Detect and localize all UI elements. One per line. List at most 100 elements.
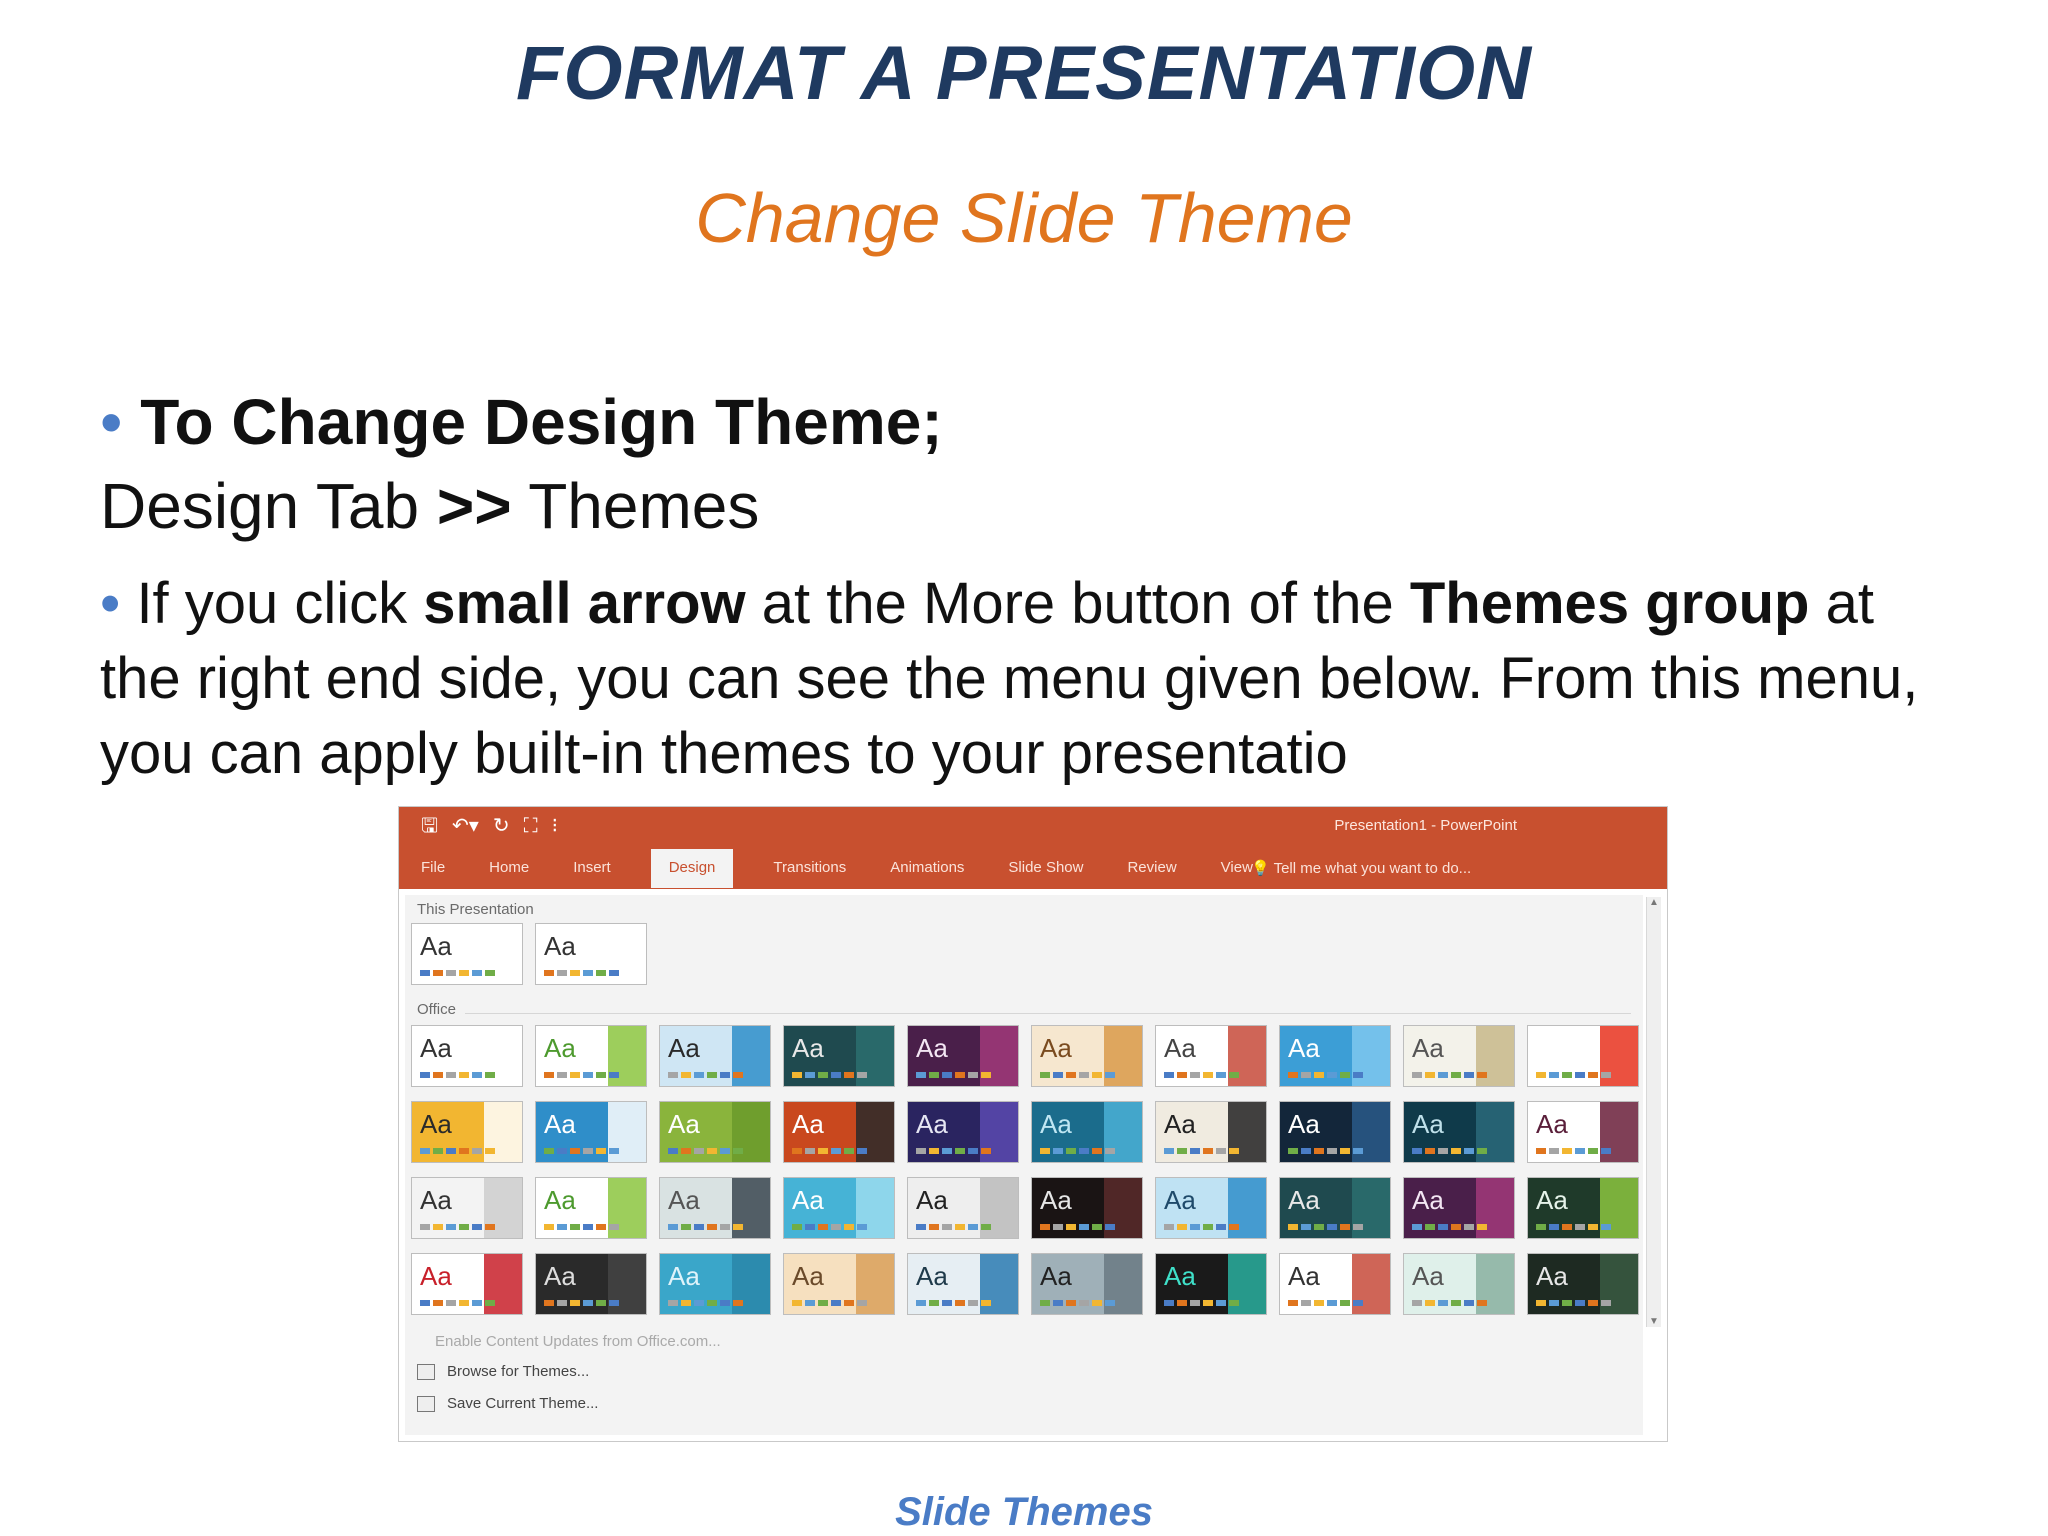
theme-thumbnail[interactable]: Aa [411,923,523,985]
theme-thumbnail[interactable]: Aa [907,1025,1019,1087]
theme-thumbnail[interactable]: Aa [535,1101,647,1163]
theme-thumbnail[interactable]: Aa [659,1177,771,1239]
theme-color-swatch [557,1300,567,1306]
theme-color-swatch [1601,1072,1611,1078]
theme-thumbnail[interactable]: Aa [1403,1025,1515,1087]
tab-file[interactable]: File [417,859,449,888]
theme-thumbnail[interactable]: Aa [1155,1025,1267,1087]
theme-color-swatch [1216,1072,1226,1078]
theme-thumbnail[interactable]: Aa [1527,1101,1639,1163]
window-title: Presentation1 - PowerPoint [1334,817,1517,834]
tab-slide-show[interactable]: Slide Show [1004,859,1087,888]
theme-color-swatch [1451,1148,1461,1154]
bullet-text-1: If you click [136,571,424,636]
theme-thumbnail[interactable]: Aa [411,1253,523,1315]
theme-color-swatch [1588,1300,1598,1306]
theme-sample-text: Aa [916,1109,948,1139]
theme-thumbnail[interactable]: Aa [907,1177,1019,1239]
tab-animations[interactable]: Animations [886,859,968,888]
theme-thumbnail[interactable]: Aa [783,1177,895,1239]
theme-thumbnail[interactable]: Aa [659,1253,771,1315]
theme-thumbnail[interactable]: Aa [1155,1101,1267,1163]
theme-color-strip [544,1072,619,1078]
scroll-down-icon[interactable]: ▼ [1649,1316,1659,1327]
save-icon[interactable]: 🖫 [421,815,438,837]
tab-insert[interactable]: Insert [569,859,615,888]
theme-thumbnail[interactable]: Aa [1155,1253,1267,1315]
theme-thumbnail[interactable]: Aa [535,1177,647,1239]
theme-color-swatch [981,1148,991,1154]
theme-color-strip [420,1148,495,1154]
theme-thumbnail[interactable]: Aa [1279,1101,1391,1163]
start-from-beginning-icon[interactable]: ⛶ [524,815,538,837]
theme-thumbnail[interactable]: Aa [1403,1101,1515,1163]
tab-transitions[interactable]: Transitions [769,859,850,888]
tell-me-box[interactable]: 💡 Tell me what you want to do... [1251,859,1471,877]
menu-save-theme[interactable]: Save Current Theme... [417,1395,598,1413]
theme-color-swatch [681,1072,691,1078]
theme-color-swatch [609,1072,619,1078]
theme-thumbnail[interactable]: Aa [411,1101,523,1163]
theme-sample-text: Aa [544,1185,576,1215]
theme-color-swatch [981,1224,991,1230]
theme-thumbnail[interactable]: Aa [411,1025,523,1087]
theme-thumbnail[interactable]: Aa [1527,1177,1639,1239]
theme-color-swatch [1040,1148,1050,1154]
theme-thumbnail[interactable]: Aa [907,1253,1019,1315]
theme-color-strip [1288,1072,1363,1078]
theme-thumbnail[interactable]: Aa [535,1253,647,1315]
theme-color-swatch [446,1300,456,1306]
customize-qat-icon[interactable]: ⁝ [552,815,558,837]
theme-color-swatch [472,1072,482,1078]
scroll-up-icon[interactable]: ▲ [1649,897,1659,908]
theme-color-swatch [1477,1148,1487,1154]
theme-thumbnail[interactable]: Aa [535,1025,647,1087]
theme-color-strip [1288,1224,1363,1230]
theme-thumbnail[interactable]: Aa [1031,1101,1143,1163]
theme-thumbnail[interactable]: Aa [659,1101,771,1163]
theme-color-swatch [792,1300,802,1306]
theme-sample-text: Aa [1288,1109,1320,1139]
theme-thumbnail[interactable]: Aa [783,1025,895,1087]
theme-thumbnail[interactable]: Aa [1403,1177,1515,1239]
theme-sample-text: Aa [420,1261,452,1291]
tab-home[interactable]: Home [485,859,533,888]
theme-thumbnail[interactable]: Aa [1403,1253,1515,1315]
theme-color-swatch [707,1224,717,1230]
menu-browse-themes[interactable]: Browse for Themes... [417,1363,589,1381]
theme-thumbnail[interactable]: Aa [1031,1177,1143,1239]
theme-color-swatch [929,1072,939,1078]
tab-design[interactable]: Design [650,849,734,888]
theme-color-swatch [1353,1300,1363,1306]
theme-thumbnail[interactable]: Aa [1527,1025,1639,1087]
theme-thumbnail[interactable]: Aa [1279,1253,1391,1315]
theme-thumbnail[interactable]: Aa [1527,1253,1639,1315]
theme-thumbnail[interactable]: Aa [1279,1025,1391,1087]
theme-color-strip [1412,1072,1487,1078]
theme-thumbnail[interactable]: Aa [411,1177,523,1239]
theme-color-swatch [707,1300,717,1306]
theme-thumbnail[interactable]: Aa [1279,1177,1391,1239]
theme-thumbnail[interactable]: Aa [1031,1025,1143,1087]
theme-thumbnail[interactable]: Aa [783,1101,895,1163]
theme-sample-text: Aa [1412,1109,1444,1139]
theme-thumbnail[interactable]: Aa [783,1253,895,1315]
theme-color-swatch [1288,1224,1298,1230]
theme-color-strip [544,970,619,976]
theme-thumbnail[interactable]: Aa [535,923,647,985]
theme-color-strip [1288,1300,1363,1306]
theme-color-swatch [916,1148,926,1154]
theme-color-swatch [459,1224,469,1230]
undo-icon[interactable]: ↶▾ [452,815,479,837]
theme-color-swatch [570,1300,580,1306]
theme-thumbnail[interactable]: Aa [907,1101,1019,1163]
theme-color-swatch [1079,1148,1089,1154]
theme-thumbnail[interactable]: Aa [1155,1177,1267,1239]
path-design-tab: Design Tab [100,470,437,542]
redo-icon[interactable]: ↻ [493,815,510,837]
gallery-scrollbar[interactable]: ▲ ▼ [1646,897,1661,1327]
tab-review[interactable]: Review [1123,859,1180,888]
theme-thumbnail[interactable]: Aa [659,1025,771,1087]
theme-thumbnail[interactable]: Aa [1031,1253,1143,1315]
theme-color-swatch [720,1224,730,1230]
